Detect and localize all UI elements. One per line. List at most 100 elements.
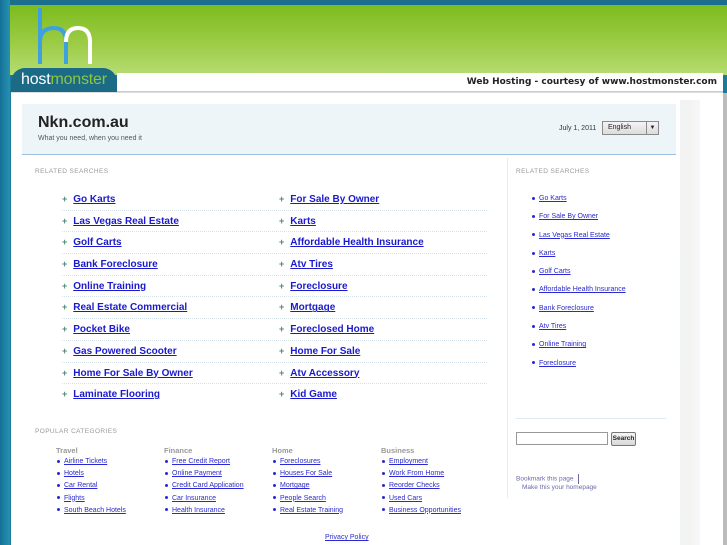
category-item[interactable]: Credit Card Application — [164, 482, 244, 494]
related-search-item[interactable]: + For Sale By Owner — [279, 194, 379, 205]
related-search-link[interactable]: Foreclosed Home — [290, 324, 374, 335]
related-search-item[interactable]: + Go Karts — [62, 194, 116, 205]
category-item[interactable]: Real Estate Training — [272, 507, 343, 519]
chevron-down-icon[interactable]: ▼ — [646, 122, 658, 134]
category-item[interactable]: People Search — [272, 495, 343, 507]
bookmark-link[interactable]: Bookmark this page — [516, 474, 580, 484]
category-link[interactable]: Employment — [389, 458, 428, 465]
category-link[interactable]: Real Estate Training — [280, 507, 343, 514]
category-link[interactable]: Work From Home — [389, 470, 444, 477]
related-search-link[interactable]: Laminate Flooring — [73, 389, 160, 400]
category-link[interactable]: Mortgage — [280, 482, 310, 489]
related-search-link[interactable]: Home For Sale — [290, 346, 360, 357]
related-search-link[interactable]: Foreclosure — [290, 281, 347, 292]
related-search-item[interactable]: + Pocket Bike — [62, 324, 130, 335]
category-item[interactable]: Houses For Sale — [272, 470, 343, 482]
sidebar-search-item[interactable]: Las Vegas Real Estate — [532, 232, 626, 250]
related-search-item[interactable]: + Home For Sale — [279, 346, 360, 357]
category-link[interactable]: Hotels — [64, 470, 84, 477]
related-search-link[interactable]: Gas Powered Scooter — [73, 346, 176, 357]
related-search-link[interactable]: For Sale By Owner — [290, 194, 379, 205]
related-search-link[interactable]: Go Karts — [73, 194, 115, 205]
related-search-link[interactable]: Las Vegas Real Estate — [73, 216, 179, 227]
related-search-link[interactable]: Atv Accessory — [290, 368, 359, 379]
sidebar-search-link[interactable]: Las Vegas Real Estate — [539, 232, 610, 239]
related-search-link[interactable]: Kid Game — [290, 389, 337, 400]
category-item[interactable]: Mortgage — [272, 482, 343, 494]
category-link[interactable]: Flights — [64, 495, 85, 502]
category-item[interactable]: Health Insurance — [164, 507, 244, 519]
category-item[interactable]: Business Opportunities — [381, 507, 461, 519]
related-search-item[interactable]: + Home For Sale By Owner — [62, 368, 193, 379]
category-item[interactable]: Used Cars — [381, 495, 461, 507]
category-item[interactable]: Online Payment — [164, 470, 244, 482]
related-search-link[interactable]: Pocket Bike — [73, 324, 130, 335]
related-search-link[interactable]: Golf Carts — [73, 237, 121, 248]
category-link[interactable]: Houses For Sale — [280, 470, 332, 477]
category-link[interactable]: Foreclosures — [280, 458, 320, 465]
category-link[interactable]: Online Payment — [172, 470, 222, 477]
hosting-courtesy-link[interactable]: Web Hosting - courtesy of www.hostmonste… — [117, 73, 723, 92]
sidebar-search-item[interactable]: For Sale By Owner — [532, 213, 626, 231]
category-item[interactable]: Reorder Checks — [381, 482, 461, 494]
category-item[interactable]: Free Credit Report — [164, 458, 244, 470]
related-search-item[interactable]: + Affordable Health Insurance — [279, 237, 424, 248]
sidebar-search-item[interactable]: Online Training — [532, 341, 626, 359]
category-item[interactable]: Car Rental — [56, 482, 126, 494]
related-search-item[interactable]: + Real Estate Commercial — [62, 302, 187, 313]
related-search-item[interactable]: + Mortgage — [279, 302, 335, 313]
category-link[interactable]: Health Insurance — [172, 507, 225, 514]
related-search-link[interactable]: Mortgage — [290, 302, 335, 313]
category-item[interactable]: Employment — [381, 458, 461, 470]
related-search-item[interactable]: + Online Training — [62, 281, 146, 292]
category-link[interactable]: Used Cars — [389, 495, 422, 502]
search-input[interactable] — [516, 432, 608, 445]
privacy-policy-link[interactable]: Privacy Policy — [325, 534, 369, 541]
sidebar-search-item[interactable]: Go Karts — [532, 195, 626, 213]
category-item[interactable]: Foreclosures — [272, 458, 343, 470]
related-search-link[interactable]: Real Estate Commercial — [73, 302, 187, 313]
category-item[interactable]: Airline Tickets — [56, 458, 126, 470]
related-search-item[interactable]: + Kid Game — [279, 389, 337, 400]
related-search-link[interactable]: Online Training — [73, 281, 146, 292]
related-search-item[interactable]: + Karts — [279, 216, 316, 227]
bookmark-label[interactable]: Bookmark this page — [516, 476, 573, 483]
category-link[interactable]: Business Opportunities — [389, 507, 461, 514]
related-search-item[interactable]: + Bank Foreclosure — [62, 259, 158, 270]
sidebar-search-link[interactable]: Affordable Health Insurance — [539, 286, 626, 293]
sidebar-search-item[interactable]: Karts — [532, 250, 626, 268]
related-search-link[interactable]: Home For Sale By Owner — [73, 368, 192, 379]
related-search-item[interactable]: + Laminate Flooring — [62, 389, 160, 400]
sidebar-search-link[interactable]: Go Karts — [539, 195, 567, 202]
related-search-link[interactable]: Karts — [290, 216, 316, 227]
sidebar-search-link[interactable]: Bank Foreclosure — [539, 305, 594, 312]
related-search-item[interactable]: + Las Vegas Real Estate — [62, 216, 179, 227]
related-search-item[interactable]: + Golf Carts — [62, 237, 122, 248]
related-search-link[interactable]: Bank Foreclosure — [73, 259, 157, 270]
related-search-item[interactable]: + Atv Accessory — [279, 368, 359, 379]
sidebar-search-item[interactable]: Affordable Health Insurance — [532, 286, 626, 304]
sidebar-search-item[interactable]: Golf Carts — [532, 268, 626, 286]
category-item[interactable]: Work From Home — [381, 470, 461, 482]
hostmonster-logo-text[interactable]: hostmonster — [11, 68, 117, 92]
scrollbar[interactable] — [723, 93, 727, 545]
category-link[interactable]: Car Insurance — [172, 495, 216, 502]
related-search-link[interactable]: Atv Tires — [290, 259, 333, 270]
sidebar-search-link[interactable]: Karts — [539, 250, 555, 257]
privacy-policy[interactable]: Privacy Policy — [325, 534, 369, 541]
category-link[interactable]: Car Rental — [64, 482, 97, 489]
category-link[interactable]: Free Credit Report — [172, 458, 230, 465]
sidebar-search-item[interactable]: Foreclosure — [532, 360, 626, 378]
category-link[interactable]: Reorder Checks — [389, 482, 440, 489]
sidebar-search-item[interactable]: Atv Tires — [532, 323, 626, 341]
category-link[interactable]: Airline Tickets — [64, 458, 107, 465]
sidebar-search-link[interactable]: For Sale By Owner — [539, 213, 598, 220]
related-search-link[interactable]: Affordable Health Insurance — [290, 237, 423, 248]
search-button[interactable]: Search — [611, 432, 636, 446]
category-link[interactable]: South Beach Hotels — [64, 507, 126, 514]
category-item[interactable]: South Beach Hotels — [56, 507, 126, 519]
category-link[interactable]: People Search — [280, 495, 326, 502]
language-select[interactable]: English ▼ — [602, 121, 659, 135]
sidebar-search-link[interactable]: Foreclosure — [539, 360, 576, 367]
category-item[interactable]: Flights — [56, 495, 126, 507]
